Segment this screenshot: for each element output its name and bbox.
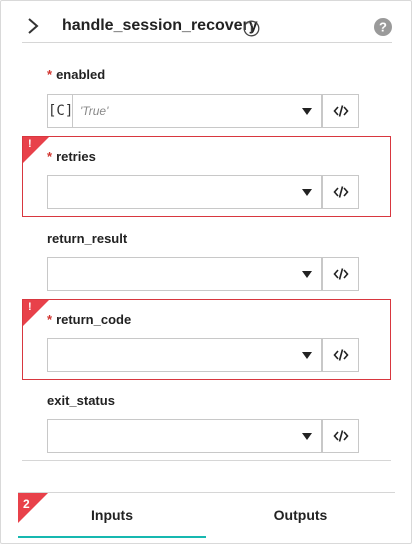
field-label-exit-status: exit_status [47,393,115,408]
divider [22,460,391,461]
svg-text:?: ? [379,20,387,35]
field-label-retries: * retries [47,149,96,164]
exit-status-select[interactable] [47,419,322,453]
chevron-down-icon[interactable] [302,108,312,115]
code-brackets-icon [333,349,349,361]
step-title: handle_session_recovery [62,17,258,34]
error-flag [23,137,49,163]
error-count: 2 [23,497,30,511]
field-label-return-result: return_result [47,231,128,246]
chevron-down-icon[interactable] [302,433,312,440]
enabled-select[interactable]: [C] 'True' [47,94,322,128]
field-label-enabled: * enabled [47,67,106,82]
required-marker: * [47,312,53,327]
field-label-return-code: * return_code [47,312,132,327]
chevron-right-icon[interactable] [25,17,41,35]
code-brackets-icon [333,268,349,280]
return-code-select[interactable] [47,338,322,372]
panel-header: handle_session_recovery ? [22,9,392,43]
chevron-down-icon[interactable] [302,352,312,359]
retries-select[interactable] [47,175,322,209]
error-icon: ! [28,138,32,150]
error-flag [23,300,49,326]
return-code-expression-button[interactable] [322,338,359,372]
question-circle-icon[interactable]: ? [374,18,392,36]
tab-outputs-label: Outputs [273,507,328,523]
retries-expression-button[interactable] [322,175,359,209]
code-brackets-icon [333,105,349,117]
info-circle-icon[interactable] [243,20,260,37]
constant-type-icon[interactable]: [C] [48,95,73,127]
return-result-expression-button[interactable] [322,257,359,291]
tab-inputs-label: Inputs [91,507,133,523]
return-result-select[interactable] [47,257,322,291]
code-brackets-icon [333,430,349,442]
properties-panel: handle_session_recovery ? * enabled [C] '… [0,0,412,544]
tab-outputs[interactable]: Outputs [206,493,395,538]
code-brackets-icon [333,186,349,198]
required-marker: * [47,67,53,82]
chevron-down-icon[interactable] [302,271,312,278]
tab-bar: Inputs 2 Outputs [18,492,395,538]
exit-status-expression-button[interactable] [322,419,359,453]
required-marker: * [47,149,53,164]
error-icon: ! [28,301,32,313]
chevron-down-icon[interactable] [302,189,312,196]
enabled-expression-button[interactable] [322,94,359,128]
enabled-value: 'True' [80,104,109,118]
